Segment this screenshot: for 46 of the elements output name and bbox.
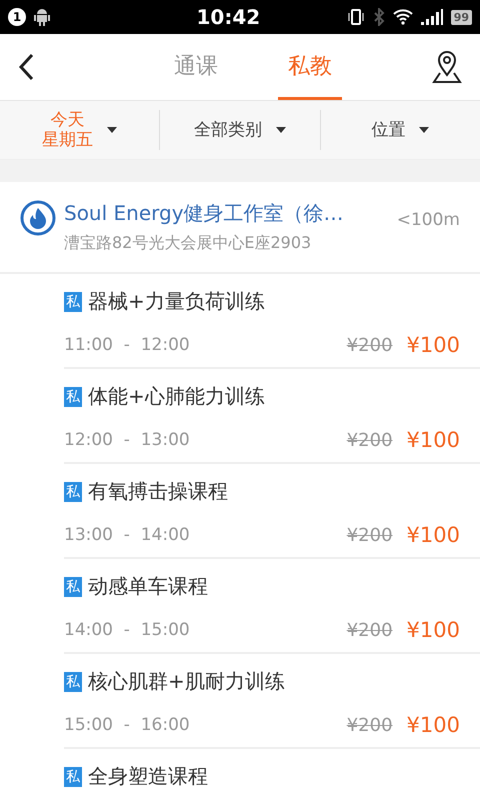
bluetooth-icon (372, 8, 385, 26)
class-price: ¥100 (406, 523, 460, 547)
vibrate-icon (346, 8, 365, 26)
class-time: 14:00 - 15:00 (64, 620, 191, 640)
clock: 10:42 (196, 5, 262, 29)
signal-icon (420, 9, 443, 25)
notification-count: 1 (8, 8, 26, 26)
back-icon[interactable] (18, 53, 34, 81)
filter-dropdown[interactable]: 全部类别 (194, 120, 262, 140)
class-title[interactable]: 全身塑造课程 (88, 763, 208, 790)
venue-address: 漕宝路82号光大会展中心E座2903 (64, 233, 312, 254)
caret-icon (276, 127, 286, 133)
original-price: ¥200 (346, 334, 393, 356)
filter-dropdown[interactable]: 位置 (371, 120, 406, 140)
flame-icon (20, 200, 56, 236)
battery-level: 99 (450, 10, 472, 24)
class-time: 12:00 - 13:00 (64, 430, 191, 450)
class-title[interactable]: 核心肌群+肌耐力训练 (88, 668, 285, 695)
class-time: 11:00 - 12:00 (64, 335, 191, 355)
original-price: ¥200 (346, 620, 393, 640)
private-badge: 私 (64, 672, 82, 692)
wifi-icon (392, 9, 413, 25)
class-price: ¥100 (406, 713, 460, 737)
private-badge: 私 (64, 292, 82, 312)
original-price: ¥200 (346, 714, 393, 736)
class-title[interactable]: 动感单车课程 (88, 573, 208, 600)
class-title[interactable]: 有氧搏击操课程 (88, 478, 228, 505)
venue-name[interactable]: Soul Energy健身工作室（徐… (64, 200, 389, 227)
class-price: ¥100 (406, 428, 460, 452)
class-title[interactable]: 体能+心肺能力训练 (88, 383, 265, 410)
class-price: ¥100 (406, 618, 460, 642)
class-title[interactable]: 器械+力量负荷训练 (88, 288, 265, 315)
original-price: ¥200 (346, 430, 393, 450)
class-price: ¥100 (406, 333, 460, 357)
private-badge: 私 (64, 766, 82, 786)
caret-icon (107, 127, 118, 133)
map-pin-icon[interactable] (432, 51, 462, 83)
caret-icon (419, 127, 430, 133)
class-time: 13:00 - 14:00 (64, 525, 191, 545)
private-badge: 私 (64, 482, 82, 502)
private-badge: 私 (64, 576, 82, 596)
original-price: ¥200 (346, 524, 393, 546)
private-badge: 私 (64, 386, 82, 406)
android-icon (34, 8, 50, 26)
class-time: 15:00 - 16:00 (64, 715, 191, 735)
venue-distance: <100m (396, 210, 460, 230)
